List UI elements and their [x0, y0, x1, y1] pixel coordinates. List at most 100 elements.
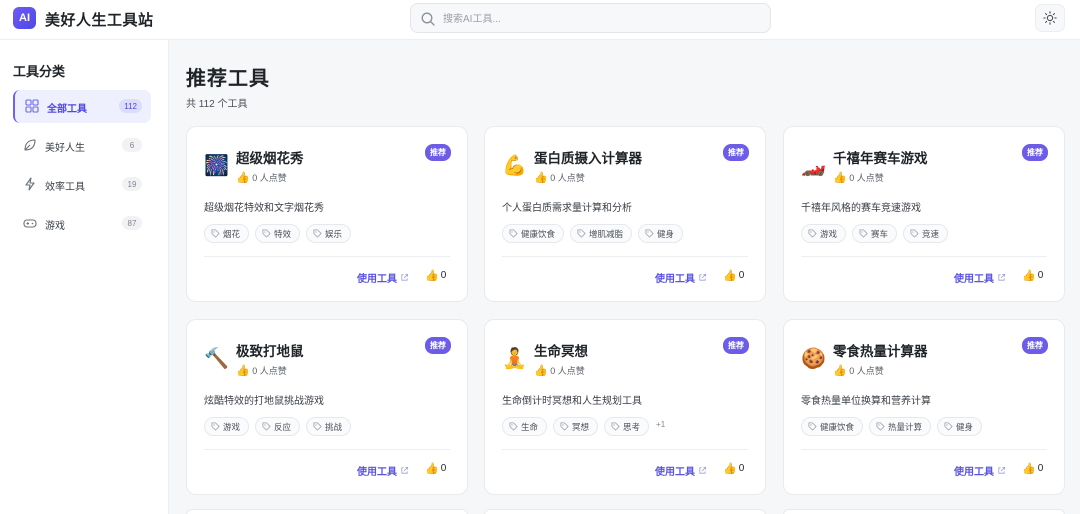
external-link-icon [998, 273, 1006, 281]
tag[interactable]: 健康饮食 [801, 417, 864, 436]
search-input[interactable] [443, 10, 743, 28]
tag-icon [313, 229, 322, 238]
tool-name[interactable]: 蛋白质摄入计算器 [534, 147, 642, 167]
tool-card[interactable]: 💪 蛋白质摄入计算器 👍 0 人点赞 推荐 个人蛋白质需求量计算和分析 健康饮食… [484, 126, 766, 302]
tag-icon [645, 229, 654, 238]
thumbs-up-icon: 👍 [833, 172, 847, 184]
top-bar: AI 美好人生工具站 [0, 0, 1080, 40]
tag-icon [910, 229, 919, 238]
tool-card-partial[interactable] [484, 509, 766, 514]
sidebar-item-label: 全部工具 [47, 104, 87, 115]
like-count: 👍 0 人点赞 [833, 364, 884, 377]
like-button[interactable]: 👍 0 [723, 269, 744, 282]
tool-name[interactable]: 极致打地鼠 [236, 340, 304, 360]
use-tool-link[interactable]: 使用工具 [954, 270, 1006, 285]
like-button[interactable]: 👍 0 [425, 462, 446, 475]
like-button[interactable]: 👍 0 [425, 269, 446, 282]
theme-toggle-button[interactable] [1035, 4, 1065, 32]
sidebar-item-count: 87 [122, 216, 142, 230]
tag-label: 生命 [521, 421, 539, 432]
logo-icon[interactable]: AI [13, 7, 36, 29]
tag[interactable]: 竞速 [903, 224, 949, 243]
tool-description: 超级烟花特效和文字烟花秀 [204, 203, 324, 214]
external-link-icon [401, 273, 409, 281]
tag-icon [560, 422, 569, 431]
vote-count: 0 [1037, 270, 1044, 281]
tag-label: 热量计算 [888, 421, 923, 432]
tag[interactable]: 挑战 [306, 417, 352, 436]
tag-label: 赛车 [871, 228, 889, 239]
tag-icon [611, 422, 620, 431]
tool-card[interactable]: 🍪 零食热量计算器 👍 0 人点赞 推荐 零食热量单位换算和营养计算 健康饮食 … [783, 319, 1065, 495]
tool-description: 个人蛋白质需求量计算和分析 [502, 203, 632, 214]
tag-label: 思考 [623, 421, 641, 432]
sidebar-item-good-life[interactable]: 美好人生 6 [13, 129, 151, 162]
tool-card-partial[interactable] [783, 509, 1065, 514]
tag[interactable]: 热量计算 [869, 417, 932, 436]
tag[interactable]: 健身 [937, 417, 983, 436]
use-tool-label: 使用工具 [655, 274, 695, 285]
tool-card-partial[interactable] [186, 509, 468, 514]
sidebar-item-count: 19 [122, 177, 142, 191]
tag[interactable]: 反应 [255, 417, 301, 436]
tag[interactable]: 游戏 [204, 417, 250, 436]
tag[interactable]: 特效 [255, 224, 301, 243]
tool-card[interactable]: 🧘 生命冥想 👍 0 人点赞 推荐 生命倒计时冥想和人生规划工具 生命 冥想 思… [484, 319, 766, 495]
tag[interactable]: 烟花 [204, 224, 250, 243]
tool-card[interactable]: 🔨 极致打地鼠 👍 0 人点赞 推荐 炫酷特效的打地鼠挑战游戏 游戏 反应 挑战… [186, 319, 468, 495]
use-tool-link[interactable]: 使用工具 [954, 463, 1006, 478]
divider [801, 256, 1047, 257]
tag-label: 游戏 [820, 228, 838, 239]
tag[interactable]: 娱乐 [306, 224, 352, 243]
tool-name[interactable]: 千禧年赛车游戏 [833, 147, 928, 167]
sidebar-item-productivity[interactable]: 效率工具 19 [13, 168, 151, 201]
like-count: 👍 0 人点赞 [236, 364, 287, 377]
like-button[interactable]: 👍 0 [1022, 269, 1043, 282]
tag-icon [509, 229, 518, 238]
tag-icon [876, 422, 885, 431]
sidebar-item-games[interactable]: 游戏 87 [13, 207, 151, 240]
tool-name[interactable]: 生命冥想 [534, 340, 588, 360]
tag[interactable]: 增肌减脂 [570, 224, 633, 243]
site-title[interactable]: 美好人生工具站 [45, 9, 154, 30]
like-count: 👍 0 人点赞 [833, 171, 884, 184]
tag[interactable]: 生命 [502, 417, 548, 436]
more-tags-count[interactable]: +1 [656, 420, 665, 429]
tag-label: 反应 [274, 421, 292, 432]
divider [801, 449, 1047, 450]
search-box[interactable] [410, 3, 771, 33]
tag-label: 烟花 [223, 228, 241, 239]
tag-list: 游戏 反应 挑战 [204, 417, 352, 436]
tag[interactable]: 冥想 [553, 417, 599, 436]
use-tool-link[interactable]: 使用工具 [655, 270, 707, 285]
divider [204, 256, 450, 257]
like-button[interactable]: 👍 0 [1022, 462, 1043, 475]
thumbs-up-icon: 👍 [1022, 270, 1036, 282]
sidebar-item-all-tools[interactable]: 全部工具 112 [13, 90, 151, 123]
tool-description: 生命倒计时冥想和人生规划工具 [502, 396, 642, 407]
sidebar-item-label: 美好人生 [45, 143, 85, 154]
like-button[interactable]: 👍 0 [723, 462, 744, 475]
sidebar-item-label: 效率工具 [45, 182, 85, 193]
use-tool-link[interactable]: 使用工具 [357, 270, 409, 285]
recommend-badge: 推荐 [1022, 144, 1048, 161]
vote-count: 0 [440, 270, 447, 281]
use-tool-link[interactable]: 使用工具 [655, 463, 707, 478]
tool-card[interactable]: 🏎️ 千禧年赛车游戏 👍 0 人点赞 推荐 千禧年风格的赛车竞速游戏 游戏 赛车… [783, 126, 1065, 302]
use-tool-label: 使用工具 [954, 274, 994, 285]
tag[interactable]: 游戏 [801, 224, 847, 243]
tag[interactable]: 健身 [638, 224, 684, 243]
tool-name[interactable]: 超级烟花秀 [236, 147, 304, 167]
tool-card[interactable]: 🎆 超级烟花秀 👍 0 人点赞 推荐 超级烟花特效和文字烟花秀 烟花 特效 娱乐… [186, 126, 468, 302]
tool-name[interactable]: 零食热量计算器 [833, 340, 928, 360]
tag[interactable]: 赛车 [852, 224, 898, 243]
tag-icon [944, 422, 953, 431]
divider [502, 256, 748, 257]
use-tool-link[interactable]: 使用工具 [357, 463, 409, 478]
tag[interactable]: 思考 [604, 417, 650, 436]
like-count: 👍 0 人点赞 [236, 171, 287, 184]
tag[interactable]: 健康饮食 [502, 224, 565, 243]
hammer-icon: 🔨 [204, 348, 229, 370]
logo-text: AI [19, 12, 30, 24]
thumbs-up-icon: 👍 [236, 365, 250, 377]
